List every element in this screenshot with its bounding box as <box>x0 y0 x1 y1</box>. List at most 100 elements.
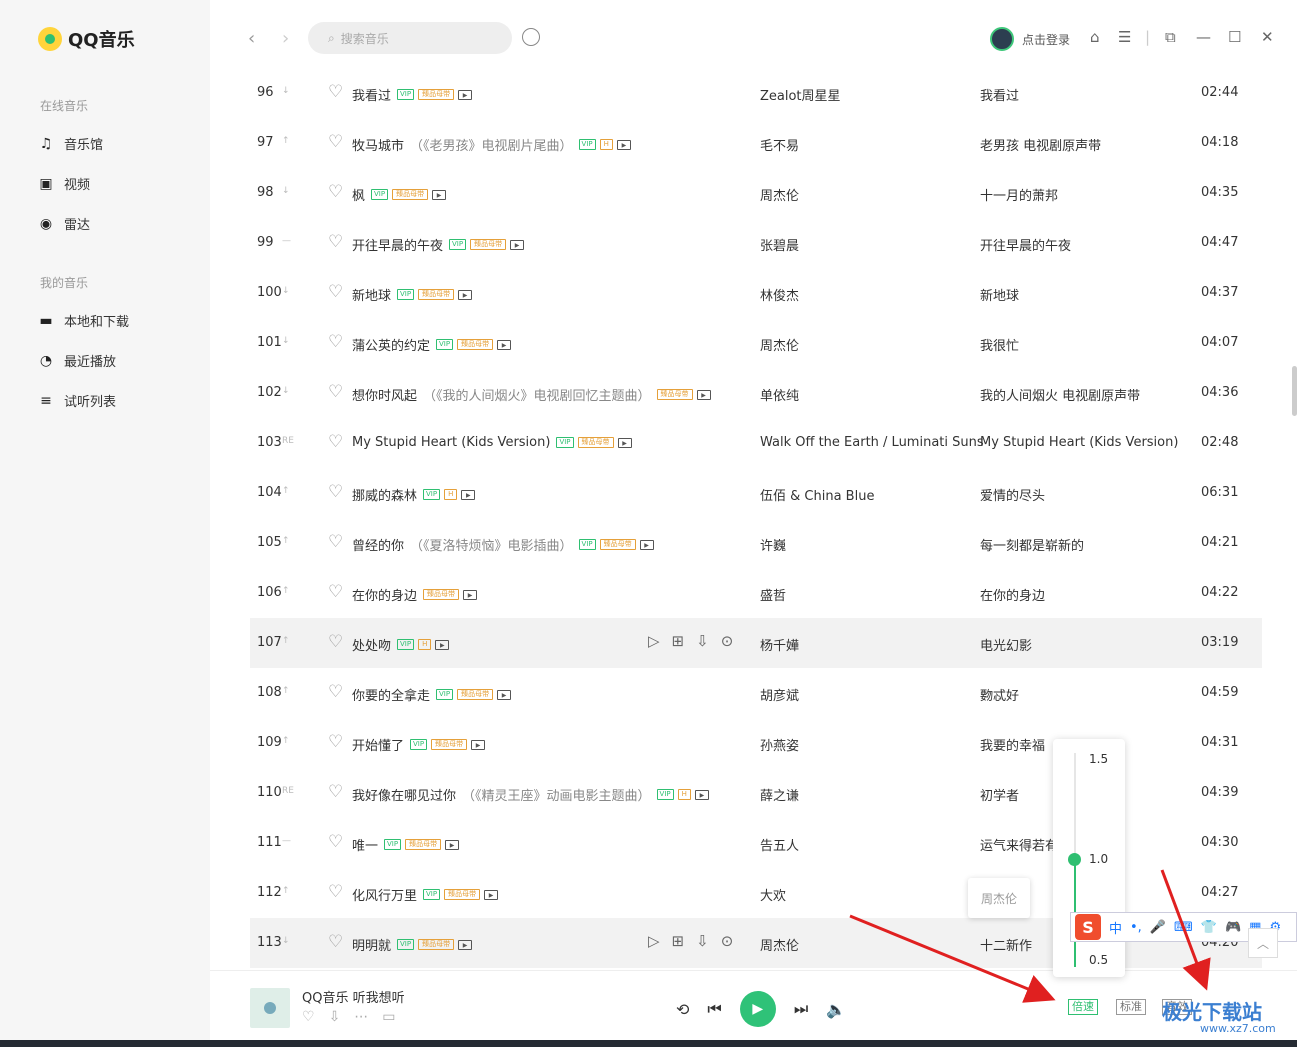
song-title[interactable]: 枫 <box>352 185 365 204</box>
speed-button[interactable]: 倍速 <box>1068 999 1098 1015</box>
more-icon[interactable]: ⊙ <box>721 932 734 950</box>
song-row[interactable]: 97 ↑ ♡ 牧马城市 （《老男孩》电视剧片尾曲） VIP H ▶ 毛不易 老男孩 电视剧原声带 0… <box>250 118 1262 168</box>
like-icon[interactable]: ♡ <box>328 882 343 902</box>
mv-badge[interactable]: ▶ <box>510 239 525 250</box>
back-to-top-button[interactable]: ︿ <box>1248 928 1278 958</box>
download-icon[interactable]: ⇩ <box>329 1009 341 1025</box>
like-icon[interactable]: ♡ <box>328 832 343 852</box>
mv-badge[interactable]: ▶ <box>497 339 512 350</box>
song-album[interactable]: 老男孩 电视剧原声带 <box>980 135 1101 154</box>
back-arrow-icon[interactable]: ‹ <box>248 28 255 49</box>
sidebar-item-music-hall[interactable]: ♫ 音乐馆 <box>38 134 103 154</box>
song-album[interactable]: 爱情的尽头 <box>980 485 1045 504</box>
like-icon[interactable]: ♡ <box>328 382 343 402</box>
song-singer[interactable]: 孙燕姿 <box>760 735 799 754</box>
play-icon[interactable]: ▷ <box>648 932 660 950</box>
mini-mode-icon[interactable]: ⧉ <box>1165 28 1176 46</box>
song-album[interactable]: 我看过 <box>980 85 1019 104</box>
mv-badge[interactable]: ▶ <box>432 189 447 200</box>
song-singer[interactable]: 毛不易 <box>760 135 799 154</box>
song-title[interactable]: 在你的身边 <box>352 585 417 604</box>
song-singer[interactable]: 薛之谦 <box>760 785 799 804</box>
previous-icon[interactable]: ⏮ <box>707 999 721 1019</box>
voice-search-icon[interactable] <box>522 28 540 46</box>
song-row[interactable]: 100 ↓ ♡ 新地球 VIP 臻品母带 ▶ 林俊杰 新地球 04:37 <box>250 268 1262 318</box>
song-album[interactable]: My Stupid Heart (Kids Version) <box>980 435 1178 450</box>
song-singer[interactable]: Walk Off the Earth / Luminati Suns <box>760 435 984 450</box>
speed-slider-handle[interactable] <box>1068 853 1081 866</box>
song-row[interactable]: 96 ↓ ♡ 我看过 VIP 臻品母带 ▶ Zealot周星星 我看过 02:44 <box>250 68 1262 118</box>
song-singer[interactable]: 林俊杰 <box>760 285 799 304</box>
play-icon[interactable]: ▷ <box>648 632 660 650</box>
song-title[interactable]: 你要的全拿走 <box>352 685 430 704</box>
like-icon[interactable]: ♡ <box>328 582 343 602</box>
song-singer[interactable]: 伍佰 & China Blue <box>760 485 874 504</box>
song-row[interactable]: 101 ↓ ♡ 蒲公英的约定 VIP 臻品母带 ▶ 周杰伦 我很忙 04:07 <box>250 318 1262 368</box>
ime-skin-icon[interactable]: 👕 <box>1201 920 1217 935</box>
song-album[interactable]: 我很忙 <box>980 335 1019 354</box>
song-singer[interactable]: 许巍 <box>760 535 786 554</box>
sidebar-item-trial-list[interactable]: ≡ 试听列表 <box>38 391 116 411</box>
sidebar-item-local-download[interactable]: ▬ 本地和下载 <box>38 311 129 331</box>
song-title[interactable]: 化风行万里 <box>352 885 417 904</box>
song-row[interactable]: 99 — ♡ 开往早晨的午夜 VIP 臻品母带 ▶ 张碧晨 开往早晨的午夜 04:47 <box>250 218 1262 268</box>
sidebar-item-video[interactable]: ▣ 视频 <box>38 174 90 194</box>
song-title[interactable]: 我看过 <box>352 85 391 104</box>
song-row[interactable]: 106 ↑ ♡ 在你的身边 臻品母带 ▶ 盛哲 在你的身边 04:22 <box>250 568 1262 618</box>
song-row[interactable]: 98 ↓ ♡ 枫 VIP 臻品母带 ▶ 周杰伦 十一月的萧邦 04:35 <box>250 168 1262 218</box>
next-icon[interactable]: ⏭ <box>794 999 808 1019</box>
song-album[interactable]: 电光幻影 <box>980 635 1032 654</box>
speed-option[interactable]: 0.5 <box>1089 953 1108 967</box>
app-logo[interactable]: QQ音乐 <box>38 26 135 52</box>
mv-badge[interactable]: ▶ <box>484 889 499 900</box>
speed-option[interactable]: 1.0 <box>1089 852 1108 866</box>
like-icon[interactable]: ♡ <box>328 282 343 302</box>
like-icon[interactable]: ♡ <box>328 232 343 252</box>
song-title[interactable]: 开始懂了 <box>352 735 404 754</box>
mv-badge[interactable]: ▶ <box>616 139 631 150</box>
forward-arrow-icon[interactable]: › <box>282 28 289 49</box>
song-album[interactable]: 运气来得若有 <box>980 835 1058 854</box>
mv-badge[interactable]: ▶ <box>639 539 654 550</box>
like-icon[interactable]: ♡ <box>328 532 343 552</box>
song-row[interactable]: 108 ↑ ♡ 你要的全拿走 VIP 臻品母带 ▶ 胡彦斌 覅忒好 04:59 <box>250 668 1262 718</box>
song-row[interactable]: 104 ↑ ♡ 挪威的森林 VIP H ▶ 伍佰 & China Blue 爱情的尽头 06:31 <box>250 468 1262 518</box>
volume-icon[interactable]: 🔈 <box>826 1000 846 1019</box>
close-icon[interactable]: ✕ <box>1261 28 1274 46</box>
song-album[interactable]: 覅忒好 <box>980 685 1019 704</box>
song-row[interactable]: 102 ↓ ♡ 想你时风起 （《我的人间烟火》电视剧回忆主题曲） 臻品母带 ▶ 单依纯 我的人间… <box>250 368 1262 418</box>
song-title[interactable]: 蒲公英的约定 <box>352 335 430 354</box>
song-album[interactable]: 十二新作 <box>980 935 1032 954</box>
mv-badge[interactable]: ▶ <box>445 839 460 850</box>
mv-badge[interactable]: ▶ <box>463 589 478 600</box>
login-button[interactable]: 点击登录 <box>990 27 1070 51</box>
more-icon[interactable]: ⋯ <box>354 1009 368 1025</box>
song-album[interactable]: 在你的身边 <box>980 585 1045 604</box>
song-title[interactable]: 我好像在哪见过你 <box>352 785 456 804</box>
song-singer[interactable]: 大欢 <box>760 885 786 904</box>
ime-punctuation-icon[interactable]: •, <box>1130 920 1142 935</box>
sidebar-item-radar[interactable]: ◉ 雷达 <box>38 214 90 234</box>
mv-badge[interactable]: ▶ <box>458 939 473 950</box>
song-title[interactable]: 想你时风起 <box>352 385 417 404</box>
song-singer[interactable]: 告五人 <box>760 835 799 854</box>
song-title[interactable]: 处处吻 <box>352 635 391 654</box>
song-title[interactable]: 唯一 <box>352 835 378 854</box>
loop-icon[interactable]: ⟲ <box>676 1000 689 1019</box>
like-icon[interactable]: ♡ <box>328 932 343 952</box>
mv-badge[interactable]: ▶ <box>497 689 512 700</box>
speed-option[interactable]: 1.5 <box>1089 752 1108 766</box>
ime-chinese-mode[interactable]: 中 <box>1109 918 1122 937</box>
play-button[interactable]: ▶ <box>739 991 776 1027</box>
song-album[interactable]: 初学者 <box>980 785 1019 804</box>
song-album[interactable]: 每一刻都是崭新的 <box>980 535 1084 554</box>
mv-badge[interactable]: ▶ <box>461 489 476 500</box>
song-singer[interactable]: 杨千嬅 <box>760 635 799 654</box>
download-icon[interactable]: ⇩ <box>696 932 709 950</box>
song-title[interactable]: My Stupid Heart (Kids Version) <box>352 435 550 450</box>
more-icon[interactable]: ⊙ <box>721 632 734 650</box>
mv-badge[interactable]: ▶ <box>458 89 473 100</box>
skin-icon[interactable]: ⌂ <box>1090 28 1100 46</box>
song-singer[interactable]: Zealot周星星 <box>760 85 841 104</box>
ime-mic-icon[interactable]: 🎤 <box>1150 920 1166 935</box>
